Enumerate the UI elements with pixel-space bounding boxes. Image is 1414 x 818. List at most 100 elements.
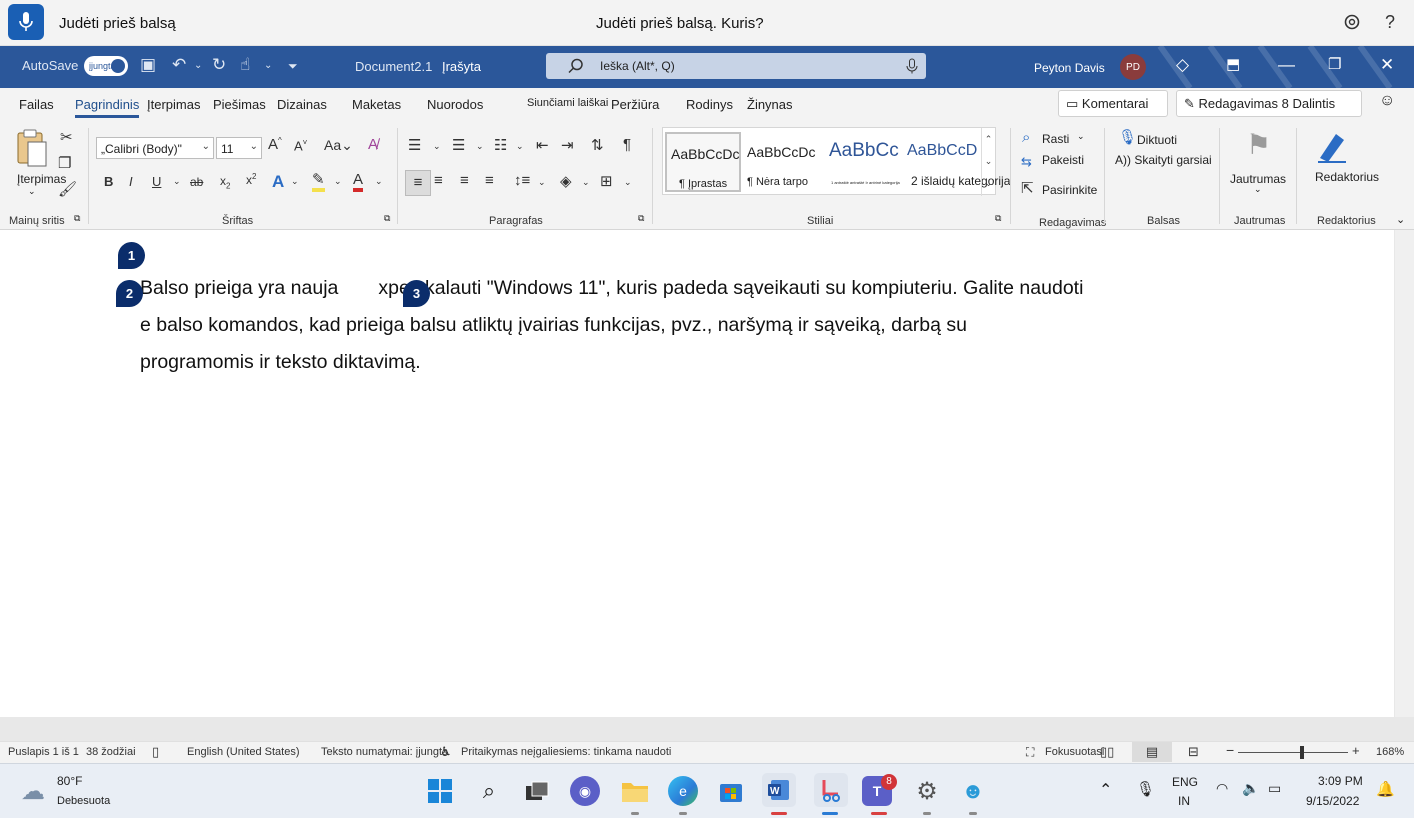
- document-text[interactable]: Balso prieiga yra nauja xpe skalauti "Win…: [140, 270, 1200, 381]
- decrease-indent-icon[interactable]: ⇤: [536, 136, 549, 154]
- line-spacing-icon[interactable]: ↕≡: [514, 172, 530, 189]
- font-name-combo[interactable]: „Calibri (Body)" ⌄: [96, 137, 214, 159]
- battery-icon[interactable]: ▭: [1268, 780, 1281, 797]
- restore-icon[interactable]: ❐: [1328, 55, 1341, 73]
- comments-button[interactable]: ▭ Komentarai: [1058, 90, 1168, 117]
- paste-dropdown-icon[interactable]: ⌄: [28, 186, 36, 197]
- voice-access-person-icon[interactable]: ☻: [958, 776, 988, 806]
- text-effects-icon[interactable]: A: [272, 172, 284, 192]
- align-left-icon[interactable]: ≡: [405, 170, 431, 196]
- tab-file[interactable]: Failas: [19, 97, 54, 112]
- superscript-icon[interactable]: x2: [246, 172, 256, 187]
- file-explorer-icon[interactable]: [620, 776, 650, 806]
- language-indicator[interactable]: English (United States): [187, 746, 300, 758]
- tab-insert[interactable]: Įterpimas: [147, 97, 200, 112]
- style-normal[interactable]: AaBbCcDc ¶ Įprastas: [665, 132, 741, 192]
- select-button[interactable]: Pasirinkite: [1042, 183, 1097, 197]
- vertical-scrollbar[interactable]: [1395, 230, 1414, 717]
- zoom-slider-track[interactable]: [1238, 752, 1348, 753]
- font-launcher-icon[interactable]: ⧉: [384, 213, 390, 224]
- style-heading-1[interactable]: AaBbCc 1 antraštė antraštė Ir antrinė ka…: [825, 132, 903, 192]
- read-mode-icon[interactable]: ▯▯: [1100, 744, 1114, 760]
- font-color-dropdown-icon[interactable]: ⌄: [375, 176, 383, 187]
- format-painter-icon[interactable]: 🖌: [58, 180, 77, 198]
- highlight-dropdown-icon[interactable]: ⌄: [334, 176, 342, 187]
- cut-icon[interactable]: ✂: [60, 128, 73, 146]
- increase-indent-icon[interactable]: ⇥: [561, 136, 574, 154]
- shading-dropdown-icon[interactable]: ⌄: [582, 177, 590, 188]
- clear-formatting-icon[interactable]: A̸: [368, 136, 378, 153]
- help-icon[interactable]: ?: [1385, 12, 1395, 33]
- microphone-tray-icon[interactable]: 🎙: [1136, 780, 1155, 798]
- line-spacing-dropdown-icon[interactable]: ⌄: [538, 177, 546, 188]
- highlight-icon[interactable]: ✎: [312, 172, 325, 192]
- style-no-spacing[interactable]: AaBbCcDc ¶ Nėra tarpo: [743, 132, 821, 192]
- premium-diamond-icon[interactable]: ◇: [1176, 55, 1189, 75]
- find-icon[interactable]: ⌕: [1022, 129, 1030, 146]
- dictate-microphone-icon[interactable]: 🎙: [1118, 128, 1137, 146]
- sort-icon[interactable]: ⇅: [591, 136, 604, 154]
- settings-gear-icon[interactable]: [1342, 12, 1362, 37]
- voice-number-badge-3[interactable]: 3: [403, 280, 430, 307]
- font-color-icon[interactable]: A: [353, 172, 364, 192]
- numbering-dropdown-icon[interactable]: ⌄: [476, 141, 484, 152]
- numbering-icon[interactable]: ☰: [452, 136, 465, 154]
- clipboard-launcher-icon[interactable]: ⧉: [74, 213, 80, 224]
- zoom-slider-thumb[interactable]: [1300, 746, 1304, 759]
- shrink-font-icon[interactable]: A˅: [294, 138, 307, 153]
- multilevel-list-icon[interactable]: ☷: [494, 136, 507, 154]
- tab-help[interactable]: Žinynas: [747, 97, 793, 112]
- accessibility-status[interactable]: Pritaikymas neįgaliesiems: tinkama naudo…: [461, 746, 671, 758]
- paste-button[interactable]: [14, 128, 52, 170]
- text-predictions-status[interactable]: Teksto numatymai: įjungta: [321, 746, 448, 758]
- read-aloud-button[interactable]: A)) Skaityti garsiai: [1115, 153, 1212, 167]
- align-center-icon[interactable]: ≡: [434, 172, 443, 189]
- borders-dropdown-icon[interactable]: ⌄: [624, 177, 632, 188]
- align-right-icon[interactable]: ≡: [460, 172, 469, 189]
- copy-icon[interactable]: ❐: [58, 154, 71, 172]
- undo-dropdown-icon[interactable]: ⌄: [194, 60, 202, 71]
- notifications-bell-icon[interactable]: 🔔: [1376, 780, 1395, 798]
- style-heading-2[interactable]: AaBbCcD 2 išlaidų kategorija: [903, 132, 1010, 192]
- weather-description[interactable]: Debesuota: [57, 795, 110, 807]
- voice-number-badge-1[interactable]: 1: [118, 242, 145, 269]
- tab-review[interactable]: Peržiūra: [611, 97, 659, 112]
- snipping-tool-icon[interactable]: [814, 773, 848, 807]
- volume-icon[interactable]: 🔈: [1242, 780, 1259, 797]
- search-microphone-icon[interactable]: [906, 58, 918, 74]
- bullets-dropdown-icon[interactable]: ⌄: [433, 141, 441, 152]
- styles-launcher-icon[interactable]: ⧉: [995, 213, 1001, 224]
- zoom-out-icon[interactable]: −: [1226, 742, 1234, 758]
- touch-mode-icon[interactable]: ☝: [240, 55, 250, 75]
- text-effects-dropdown-icon[interactable]: ⌄: [291, 176, 299, 187]
- search-box[interactable]: Ieška (Alt*, Q): [546, 53, 926, 79]
- touch-dropdown-icon[interactable]: ⌄: [264, 60, 272, 71]
- minimize-icon[interactable]: —: [1278, 55, 1295, 75]
- grow-font-icon[interactable]: A^: [268, 136, 282, 153]
- search-icon[interactable]: ⌕: [474, 776, 504, 806]
- weather-temperature[interactable]: 80°F: [57, 774, 82, 788]
- proofing-book-icon[interactable]: ▯: [152, 744, 159, 760]
- undo-icon[interactable]: ↶: [172, 55, 186, 75]
- autosave-toggle[interactable]: įjungta: [84, 56, 128, 76]
- word-taskbar-button[interactable]: W: [762, 773, 796, 807]
- change-case-icon[interactable]: Aa⌄: [324, 137, 353, 154]
- editing-share-button[interactable]: ✎ Redagavimas 8 Dalintis: [1176, 90, 1362, 117]
- find-button[interactable]: Rasti: [1042, 132, 1069, 146]
- start-windows-icon[interactable]: [425, 776, 455, 806]
- page-count[interactable]: Puslapis 1 iš 1: [8, 746, 79, 758]
- underline-dropdown-icon[interactable]: ⌄: [173, 176, 181, 187]
- voice-microphone-button[interactable]: [8, 4, 44, 40]
- web-layout-icon[interactable]: ⊟: [1188, 744, 1199, 760]
- strikethrough-icon[interactable]: ab: [190, 175, 203, 189]
- close-icon[interactable]: ✕: [1380, 55, 1394, 75]
- customize-toolbar-icon[interactable]: ⏷: [288, 59, 298, 74]
- bullets-icon[interactable]: ☰: [408, 136, 421, 154]
- edge-browser-icon[interactable]: e: [668, 776, 698, 806]
- borders-icon[interactable]: ⊞: [600, 172, 613, 190]
- shading-icon[interactable]: ◈: [560, 172, 572, 190]
- replace-button[interactable]: Pakeisti: [1042, 153, 1084, 167]
- ribbon-display-icon[interactable]: ⬒: [1226, 55, 1240, 73]
- user-name[interactable]: Peyton Davis: [1034, 61, 1105, 75]
- teams-chat-icon[interactable]: ◉: [570, 776, 600, 806]
